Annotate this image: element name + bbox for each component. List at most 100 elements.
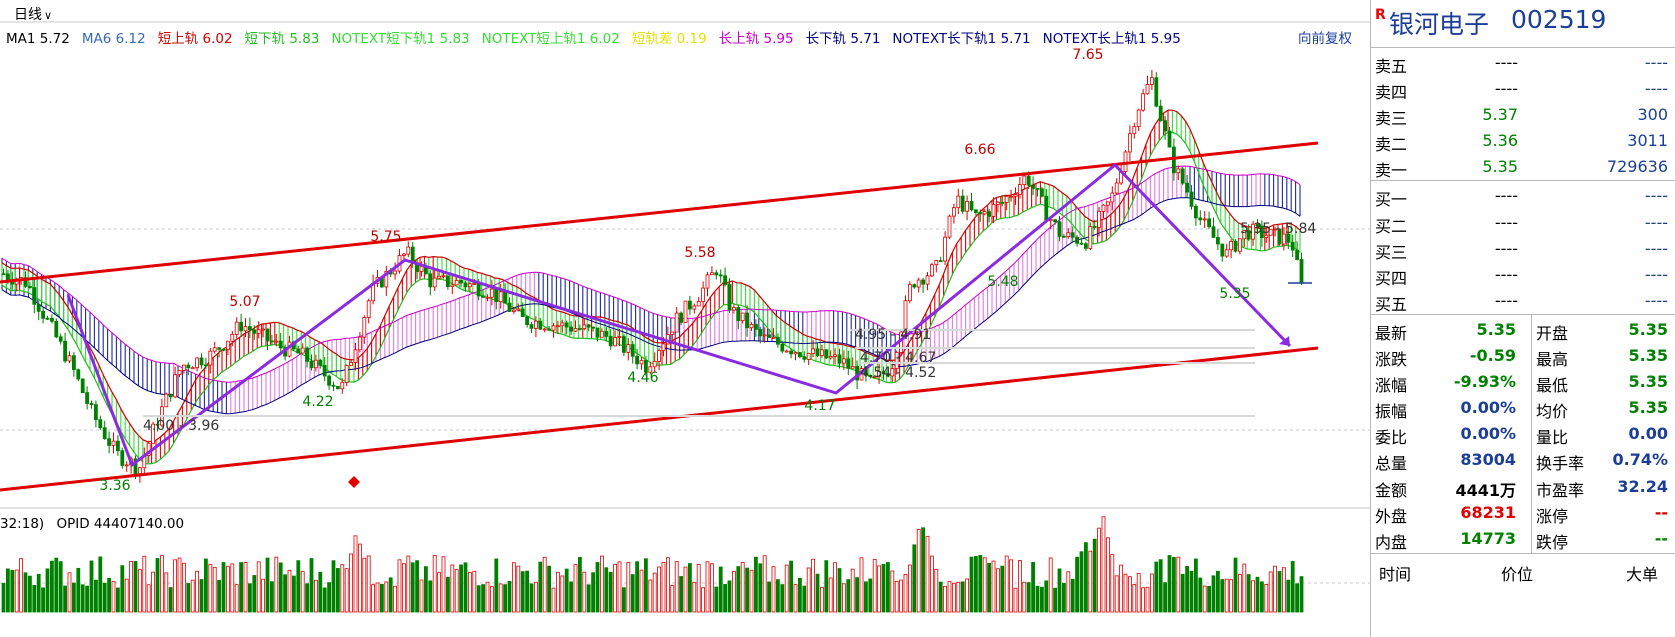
- candle-body: [622, 336, 626, 353]
- asks-row[interactable]: 卖四 ---- ----: [1371, 76, 1675, 102]
- candle-body: [494, 288, 499, 303]
- volume-bar: [494, 558, 499, 613]
- asks-row[interactable]: 卖三 5.37 300: [1371, 102, 1675, 128]
- bids-row[interactable]: 买二 ---- ----: [1371, 210, 1675, 236]
- candle-body: [789, 350, 793, 355]
- indicator-4: NOTEXT短下轨1 5.83: [331, 31, 469, 47]
- stat-label: 最新: [1375, 323, 1408, 343]
- volume-bar: [503, 584, 508, 613]
- candle-body: [613, 337, 617, 347]
- candle-body: [181, 364, 186, 371]
- candle-body: [1062, 235, 1066, 238]
- bids-row[interactable]: 买四 ---- ----: [1371, 262, 1675, 288]
- volume-bar: [723, 584, 727, 613]
- volume-bar: [1048, 557, 1053, 613]
- volume-bar: [635, 561, 639, 613]
- asks-row[interactable]: 卖五 ---- ----: [1371, 50, 1675, 76]
- candle-body: [824, 349, 829, 359]
- volume-bar: [296, 560, 301, 613]
- volume-bar: [313, 579, 318, 613]
- adjust-mode-button[interactable]: 向前复权: [1298, 27, 1352, 47]
- stat-value: 68231: [1460, 502, 1516, 522]
- candle-body: [1000, 201, 1005, 204]
- indicator-8: 长下轨 5.71: [806, 31, 881, 47]
- volume-bar: [252, 575, 257, 613]
- indicator-name: 长下轨: [805, 31, 847, 47]
- opid-value: 44407140.00: [93, 516, 185, 532]
- volume-bar: [318, 571, 323, 613]
- indicator-9: NOTEXT长下轨1 5.71: [892, 31, 1030, 47]
- candle-body: [784, 350, 789, 353]
- candle-body: [798, 352, 802, 358]
- volume-bar: [586, 584, 591, 613]
- volume-bar: [1216, 570, 1220, 613]
- volume-bar: [850, 568, 855, 613]
- stat-value: 14773: [1460, 528, 1516, 548]
- candle-body: [137, 467, 142, 475]
- candle-body: [27, 285, 32, 289]
- candle-body: [1145, 84, 1150, 95]
- bids-row[interactable]: 买五 ---- ----: [1371, 288, 1675, 314]
- volume-bar: [186, 583, 191, 613]
- candle-body: [828, 355, 833, 359]
- volume-bar: [32, 585, 37, 613]
- candle-body: [1026, 175, 1031, 186]
- volume-bar: [155, 558, 160, 613]
- volume-bar: [450, 564, 455, 613]
- volume-bar: [938, 581, 943, 613]
- candle-body: [32, 287, 37, 305]
- asks-row[interactable]: 卖二 5.36 3011: [1371, 128, 1675, 154]
- opid-label: OPID: [56, 516, 90, 532]
- candle-body: [45, 317, 50, 320]
- kline-chart[interactable]: 7.65 6.66 5.75 5.58 5.07 4.22 4.46 4.17 3.36 5.48…: [0, 0, 1370, 637]
- tick-header-price: 价位: [1501, 564, 1534, 584]
- stats-row: 振幅 0.00% 均价 5.35: [1371, 395, 1675, 421]
- candle-body: [705, 274, 710, 289]
- long-upper-rail: [1, 165, 1301, 383]
- ask-book: 卖五 ---- ---- 卖四 ---- ---- 卖三 5.37 300 卖二 5.36 3011 卖…: [1371, 48, 1675, 182]
- volume-indicator-label: 32:18) OPID 44407140.00: [0, 516, 184, 532]
- volume-bar: [516, 565, 521, 613]
- stock-name[interactable]: 银河电子: [1389, 5, 1489, 41]
- volume-bar: [1031, 561, 1035, 613]
- volume-bar: [463, 562, 468, 613]
- volume-bar: [912, 544, 917, 613]
- indicator-value: 5.83: [439, 31, 470, 47]
- candle-body: [745, 312, 749, 329]
- kline-chart-area[interactable]: 7.65 6.66 5.75 5.58 5.07 4.22 4.46 4.17 3.36 5.48…: [0, 0, 1370, 637]
- volume-bar: [1123, 573, 1128, 613]
- candle-body: [1180, 168, 1185, 184]
- volume-bar: [146, 584, 151, 613]
- candle-body: [177, 369, 182, 375]
- stock-code[interactable]: 002519: [1511, 5, 1606, 34]
- candle-body: [701, 287, 705, 302]
- volume-bar: [287, 569, 292, 613]
- volume-bar: [1022, 581, 1027, 613]
- bids-row[interactable]: 买一 ---- ----: [1371, 183, 1675, 209]
- candle-body: [815, 348, 820, 356]
- volume-bar: [45, 568, 50, 613]
- volume-bar: [578, 557, 582, 613]
- period-selector[interactable]: 日线 ∨: [14, 4, 52, 24]
- candle-body: [1233, 241, 1238, 252]
- price-label-high: 5.75: [370, 229, 401, 245]
- volume-bar: [58, 561, 63, 613]
- volume-bar: [1158, 559, 1163, 613]
- candle-body: [107, 438, 111, 446]
- volume-bar: [916, 529, 921, 613]
- candle-body: [432, 277, 437, 288]
- volume-bar: [85, 585, 89, 613]
- bids-row[interactable]: 买三 ---- ----: [1371, 236, 1675, 262]
- candle-body: [934, 260, 939, 266]
- candle-body: [1216, 237, 1220, 245]
- price-label-high: 5.58: [684, 245, 715, 261]
- volume-bar: [27, 575, 32, 613]
- volume-bar: [789, 560, 793, 613]
- candle-body: [278, 340, 283, 349]
- volume-bar: [173, 559, 178, 613]
- candle-body: [696, 301, 701, 307]
- candle-body: [1097, 210, 1101, 228]
- asks-row[interactable]: 卖一 5.35 729636: [1371, 154, 1675, 180]
- candle-body: [353, 349, 358, 363]
- candle-body: [256, 329, 261, 334]
